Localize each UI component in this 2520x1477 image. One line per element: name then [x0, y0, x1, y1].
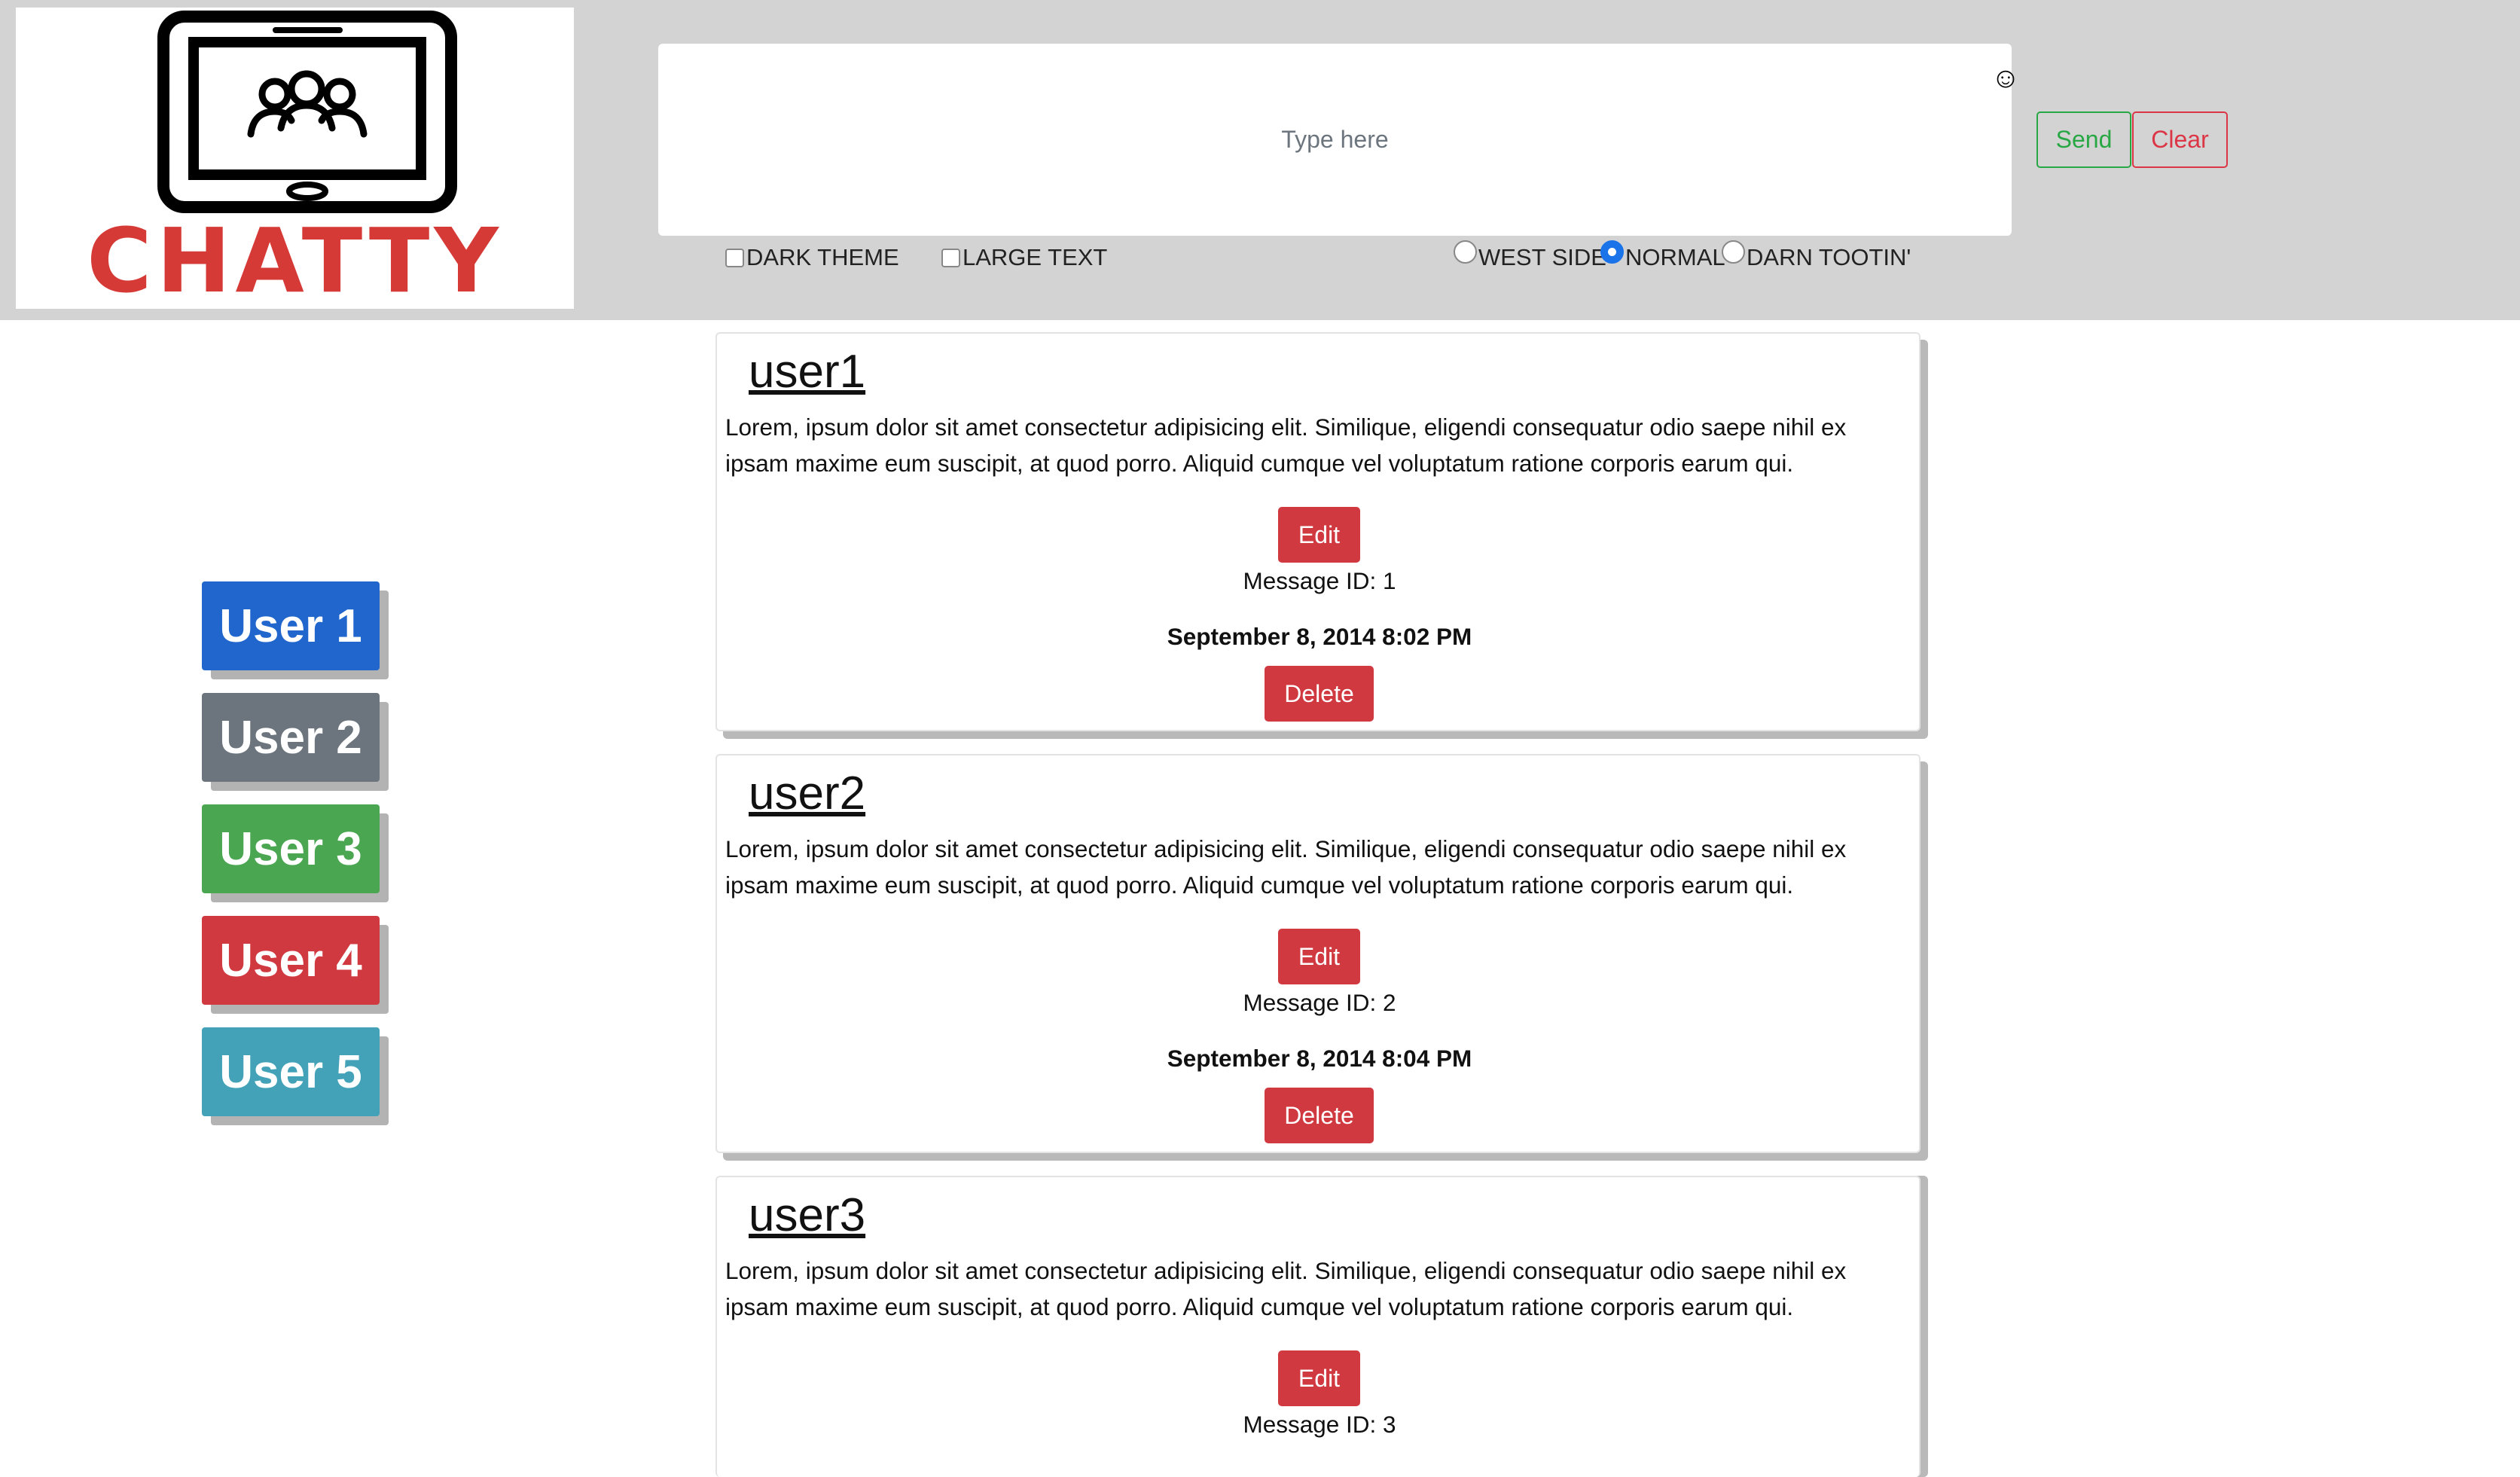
send-button[interactable]: Send [2036, 111, 2131, 168]
message-text: Lorem, ipsum dolor sit amet consectetur … [725, 1257, 1847, 1320]
delete-button[interactable]: Delete [1265, 1088, 1374, 1143]
dark-theme-checkbox[interactable] [725, 248, 744, 267]
dialect-label-darn-tootin: DARN TOOTIN' [1747, 244, 1911, 270]
message-username[interactable]: user3 [749, 1189, 865, 1242]
message-date: September 8, 2014 8:02 PM [1167, 623, 1472, 650]
user-5-button[interactable]: User 5 [202, 1027, 380, 1116]
dialect-radio-west-side[interactable] [1454, 240, 1477, 264]
dialect-radio-darn-tootin[interactable] [1722, 240, 1745, 264]
delete-button[interactable]: Delete [1265, 666, 1374, 722]
dark-theme-label: DARK THEME [746, 244, 899, 270]
message-id: Message ID: 1 [1243, 567, 1396, 594]
dialect-option-darn-tootin[interactable]: DARN TOOTIN' [1722, 240, 1911, 273]
user-2-button[interactable]: User 2 [202, 693, 380, 782]
message-id: Message ID: 2 [1243, 989, 1396, 1016]
edit-button[interactable]: Edit [1278, 929, 1360, 984]
dialect-option-normal[interactable]: NORMAL [1600, 240, 1725, 273]
message-username[interactable]: user2 [749, 767, 865, 820]
user-4-button[interactable]: User 4 [202, 916, 380, 1005]
message-username[interactable]: user1 [749, 345, 865, 398]
message-date: September 8, 2014 8:04 PM [1167, 1045, 1472, 1072]
header-bar: CHATTY ☺ Send Clear DARK THEME LARGE TEX… [0, 0, 2520, 320]
message-text: Lorem, ipsum dolor sit amet consectetur … [725, 835, 1847, 899]
dialect-option-west-side[interactable]: WEST SIDE [1454, 240, 1606, 273]
message-card: user1 Lorem, ipsum dolor sit amet consec… [715, 332, 1921, 731]
clear-button[interactable]: Clear [2132, 111, 2228, 168]
large-text-option[interactable]: LARGE TEXT [941, 243, 1107, 273]
dark-theme-option[interactable]: DARK THEME [725, 243, 899, 273]
message-card: user3 Lorem, ipsum dolor sit amet consec… [715, 1176, 1921, 1477]
message-id: Message ID: 3 [1243, 1411, 1396, 1438]
large-text-checkbox[interactable] [941, 248, 960, 267]
message-input[interactable] [658, 44, 2012, 236]
app-logo: CHATTY [16, 8, 574, 309]
edit-button[interactable]: Edit [1278, 1350, 1360, 1406]
message-card: user2 Lorem, ipsum dolor sit amet consec… [715, 754, 1921, 1153]
user-1-button[interactable]: User 1 [202, 581, 380, 670]
dialect-label-west-side: WEST SIDE [1478, 244, 1606, 270]
emoji-smiley-icon[interactable]: ☺ [1991, 63, 2021, 93]
user-3-button[interactable]: User 3 [202, 804, 380, 893]
large-text-label: LARGE TEXT [963, 244, 1108, 270]
dialect-label-normal: NORMAL [1625, 244, 1725, 270]
message-text: Lorem, ipsum dolor sit amet consectetur … [725, 413, 1847, 477]
logo-text: CHATTY [87, 209, 503, 313]
dialect-radio-normal[interactable] [1600, 240, 1624, 264]
edit-button[interactable]: Edit [1278, 507, 1360, 563]
